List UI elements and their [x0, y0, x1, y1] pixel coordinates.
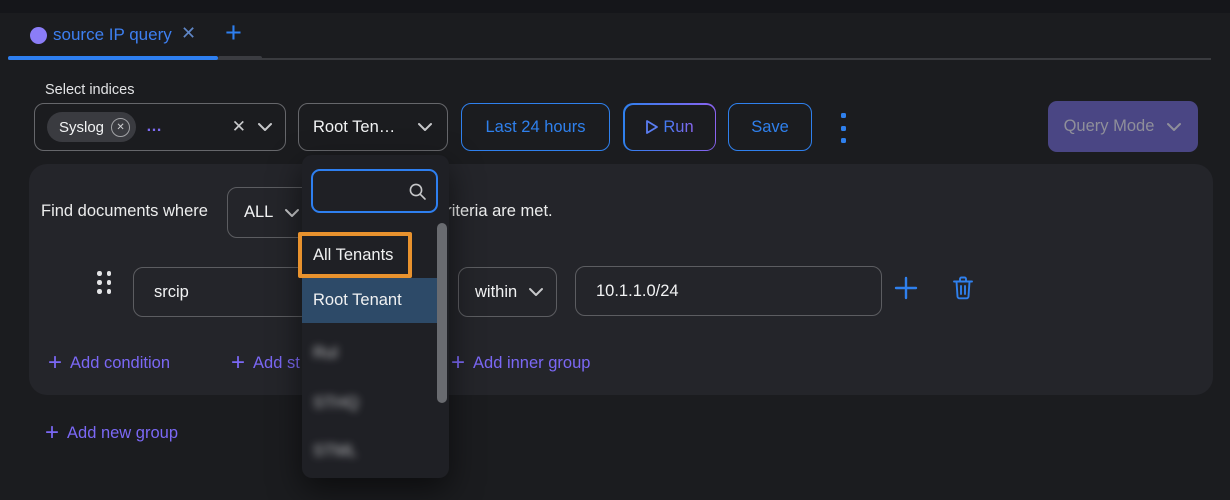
tenant-option-root-tenant[interactable]: Root Tenant — [302, 278, 437, 323]
tenant-option-all-tenants[interactable]: All Tenants — [302, 233, 437, 277]
kebab-menu-icon[interactable] — [841, 113, 847, 143]
more-indices-indicator: … — [146, 118, 163, 136]
index-chip: Syslog ✕ — [47, 112, 136, 142]
chevron-down-icon — [417, 122, 433, 132]
tenant-option-redacted[interactable]: STHQ — [302, 381, 437, 425]
select-indices-label: Select indices — [45, 82, 134, 98]
tenant-select-value: Root Ten… — [313, 118, 395, 137]
indices-multiselect[interactable]: Syslog ✕ … ✕ — [34, 103, 286, 151]
run-button-inner: Run — [625, 105, 715, 150]
index-chip-label: Syslog — [59, 119, 104, 136]
tenant-search-box[interactable] — [311, 169, 438, 213]
add-stats-label: Add st — [253, 354, 300, 373]
plus-icon: + — [48, 353, 62, 373]
plus-icon: + — [451, 353, 465, 373]
chevron-down-icon — [284, 208, 300, 218]
save-button[interactable]: Save — [728, 103, 812, 151]
tenant-option-redacted[interactable]: STML — [302, 429, 437, 473]
chevron-down-icon[interactable] — [257, 122, 273, 132]
match-type-value: ALL — [244, 203, 273, 222]
run-button-label: Run — [663, 118, 693, 137]
plus-icon[interactable] — [893, 275, 919, 301]
add-new-group-label: Add new group — [67, 424, 178, 443]
tenant-dropdown-panel: All Tenants Root Tenant Rul STHQ STML — [302, 155, 449, 478]
new-tab-button[interactable]: + — [225, 17, 242, 50]
drag-handle-icon[interactable] — [97, 271, 111, 294]
plus-icon: + — [231, 353, 245, 373]
window-top-strip — [0, 0, 1230, 13]
tenant-select[interactable]: Root Ten… — [298, 103, 448, 151]
trash-icon[interactable] — [951, 275, 975, 301]
add-inner-group-link[interactable]: + Add inner group — [451, 353, 590, 373]
condition-operator-select[interactable]: within — [458, 267, 557, 317]
circled-x-icon[interactable]: ✕ — [111, 118, 130, 137]
add-condition-label: Add condition — [70, 354, 170, 373]
add-inner-group-label: Add inner group — [473, 354, 590, 373]
condition-operator-value: within — [475, 283, 517, 302]
new-tab-indicator — [218, 56, 262, 60]
tenant-option-redacted[interactable]: Rul — [302, 331, 437, 375]
match-type-select[interactable]: ALL — [227, 187, 313, 238]
run-button[interactable]: Run — [623, 103, 716, 151]
condition-value-input[interactable]: 10.1.1.0/24 — [575, 266, 882, 316]
play-icon — [645, 119, 659, 135]
time-range-button[interactable]: Last 24 hours — [461, 103, 610, 151]
query-mode-label: Query Mode — [1064, 117, 1155, 136]
tab-query-name[interactable]: source IP query — [53, 25, 172, 45]
query-builder-app: source IP query ✕ + Select indices Syslo… — [0, 0, 1230, 500]
add-new-group-link[interactable]: + Add new group — [45, 423, 178, 443]
clear-indices-icon[interactable]: ✕ — [232, 117, 246, 137]
dropdown-scrollbar-thumb[interactable] — [437, 223, 447, 403]
chevron-down-icon — [528, 287, 544, 297]
add-stats-link[interactable]: + Add st — [231, 353, 300, 373]
close-tab-icon[interactable]: ✕ — [181, 23, 196, 44]
tenant-search-input[interactable] — [313, 183, 408, 200]
add-condition-link[interactable]: + Add condition — [48, 353, 170, 373]
query-mode-select[interactable]: Query Mode — [1048, 101, 1198, 152]
chevron-down-icon — [1166, 122, 1182, 132]
tab-status-dot-icon — [30, 27, 47, 44]
search-icon — [408, 182, 427, 201]
find-sentence-prefix: Find documents where — [41, 202, 208, 221]
plus-icon: + — [45, 423, 59, 443]
find-sentence-suffix: criteria are met. — [438, 202, 553, 221]
active-tab-indicator — [8, 56, 218, 60]
